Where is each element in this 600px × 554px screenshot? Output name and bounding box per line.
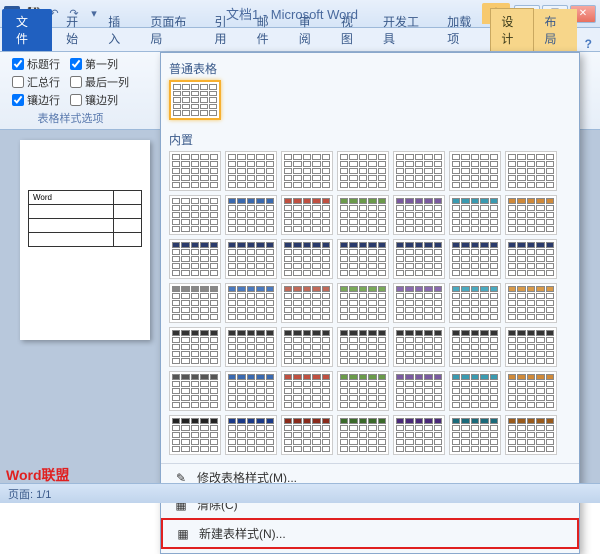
check-first-column[interactable]: 第一列	[70, 56, 129, 72]
style-thumb-0-6[interactable]	[505, 151, 557, 191]
style-thumb-3-2[interactable]	[281, 283, 333, 323]
style-thumb-plain[interactable]	[169, 80, 221, 120]
style-thumb-6-4[interactable]	[393, 415, 445, 455]
style-thumb-4-3[interactable]	[337, 327, 389, 367]
style-thumb-3-6[interactable]	[505, 283, 557, 323]
style-thumb-0-0[interactable]	[169, 151, 221, 191]
style-thumb-2-4[interactable]	[393, 239, 445, 279]
tab-insert[interactable]: 插入	[98, 9, 140, 51]
style-thumb-5-6[interactable]	[505, 371, 557, 411]
group-label: 表格样式选项	[12, 110, 129, 126]
status-bar: 页面: 1/1	[0, 483, 600, 503]
tab-addins[interactable]: 加载项	[437, 9, 490, 51]
style-thumb-1-4[interactable]	[393, 195, 445, 235]
style-thumb-0-1[interactable]	[225, 151, 277, 191]
style-thumb-1-3[interactable]	[337, 195, 389, 235]
check-banded-rows[interactable]: 镶边行	[12, 92, 60, 108]
page-count: 页面: 1/1	[8, 489, 51, 501]
check-last-column[interactable]: 最后一列	[70, 74, 129, 90]
document-table[interactable]: Word	[28, 190, 142, 247]
tab-view[interactable]: 视图	[331, 9, 373, 51]
style-thumb-0-2[interactable]	[281, 151, 333, 191]
style-thumb-2-1[interactable]	[225, 239, 277, 279]
style-thumb-4-0[interactable]	[169, 327, 221, 367]
style-thumb-5-5[interactable]	[449, 371, 501, 411]
style-thumb-3-4[interactable]	[393, 283, 445, 323]
style-thumb-2-6[interactable]	[505, 239, 557, 279]
style-thumb-3-0[interactable]	[169, 283, 221, 323]
style-thumb-3-5[interactable]	[449, 283, 501, 323]
style-thumb-2-2[interactable]	[281, 239, 333, 279]
style-thumb-5-4[interactable]	[393, 371, 445, 411]
style-thumb-4-1[interactable]	[225, 327, 277, 367]
style-thumb-2-0[interactable]	[169, 239, 221, 279]
table-styles-gallery: 普通表格 内置 ✎ 修改表格样式(M)... ▦ 清除(C) ▦ 新建表样式(N…	[160, 52, 580, 554]
plain-tables-title: 普通表格	[169, 57, 571, 80]
style-thumb-1-1[interactable]	[225, 195, 277, 235]
style-thumb-6-6[interactable]	[505, 415, 557, 455]
style-thumb-1-5[interactable]	[449, 195, 501, 235]
style-thumb-6-5[interactable]	[449, 415, 501, 455]
style-thumb-6-1[interactable]	[225, 415, 277, 455]
help-icon[interactable]: ?	[577, 37, 600, 51]
style-thumb-4-4[interactable]	[393, 327, 445, 367]
tab-layout[interactable]: 布局	[534, 9, 576, 51]
style-thumb-2-3[interactable]	[337, 239, 389, 279]
style-thumb-3-3[interactable]	[337, 283, 389, 323]
style-thumb-3-1[interactable]	[225, 283, 277, 323]
style-thumb-0-3[interactable]	[337, 151, 389, 191]
check-header-row[interactable]: 标题行	[12, 56, 60, 72]
new-table-style[interactable]: ▦ 新建表样式(N)...	[161, 518, 579, 549]
style-thumb-1-6[interactable]	[505, 195, 557, 235]
tab-design[interactable]: 设计	[490, 8, 534, 51]
new-style-icon: ▦	[175, 526, 191, 542]
style-thumb-5-2[interactable]	[281, 371, 333, 411]
style-thumb-5-1[interactable]	[225, 371, 277, 411]
builtin-title: 内置	[169, 128, 571, 151]
tab-developer[interactable]: 开发工具	[373, 9, 437, 51]
tab-references[interactable]: 引用	[205, 9, 247, 51]
check-total-row[interactable]: 汇总行	[12, 74, 60, 90]
style-thumb-6-0[interactable]	[169, 415, 221, 455]
tab-page-layout[interactable]: 页面布局	[140, 9, 204, 51]
style-thumb-2-5[interactable]	[449, 239, 501, 279]
style-thumb-1-2[interactable]	[281, 195, 333, 235]
style-thumb-4-5[interactable]	[449, 327, 501, 367]
tab-review[interactable]: 审阅	[289, 9, 331, 51]
style-thumb-0-5[interactable]	[449, 151, 501, 191]
check-banded-columns[interactable]: 镶边列	[70, 92, 129, 108]
style-thumb-0-4[interactable]	[393, 151, 445, 191]
style-thumb-4-6[interactable]	[505, 327, 557, 367]
ribbon-tabs: 文件 开始 插入 页面布局 引用 邮件 审阅 视图 开发工具 加载项 设计 布局…	[0, 28, 600, 52]
style-thumb-6-2[interactable]	[281, 415, 333, 455]
style-thumb-1-0[interactable]	[169, 195, 221, 235]
tab-file[interactable]: 文件	[2, 9, 52, 51]
style-thumb-6-3[interactable]	[337, 415, 389, 455]
tab-mailings[interactable]: 邮件	[247, 9, 289, 51]
style-thumb-5-0[interactable]	[169, 371, 221, 411]
tab-home[interactable]: 开始	[56, 9, 98, 51]
page: Word	[20, 140, 150, 340]
style-thumb-5-3[interactable]	[337, 371, 389, 411]
table-style-options-group: 标题行 第一列 汇总行 最后一列 镶边行 镶边列 表格样式选项	[4, 56, 137, 125]
style-thumb-4-2[interactable]	[281, 327, 333, 367]
